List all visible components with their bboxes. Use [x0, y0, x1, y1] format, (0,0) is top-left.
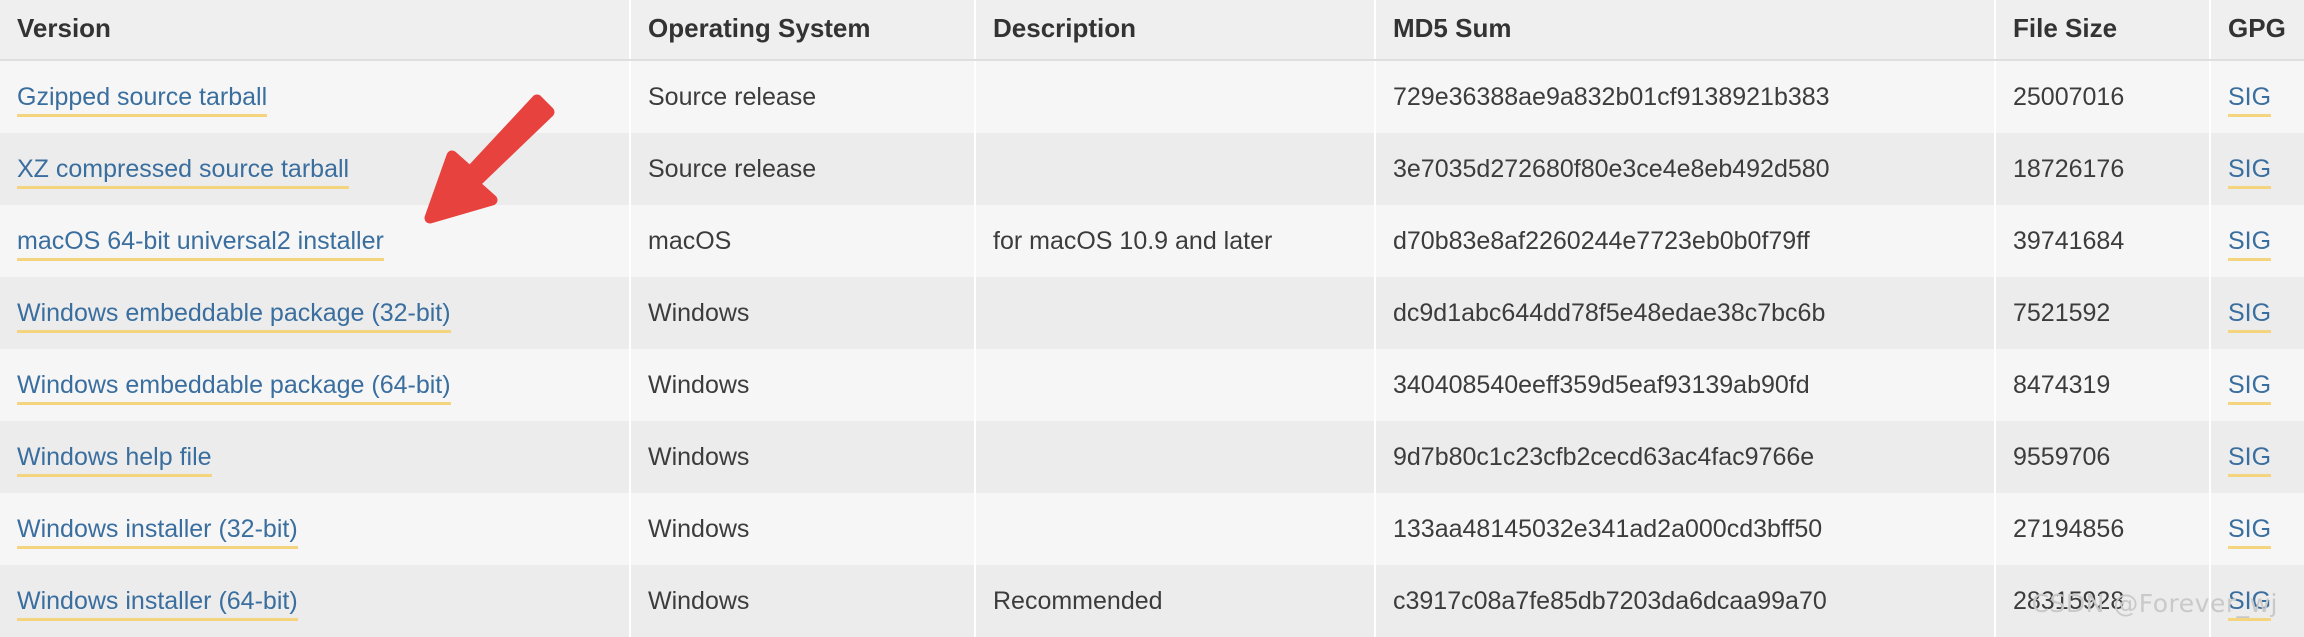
gpg-sig-link[interactable]: SIG — [2228, 298, 2272, 333]
gpg-sig-link[interactable]: SIG — [2228, 442, 2272, 477]
cell-file-size: 28315928 — [1994, 565, 2210, 637]
table-row: macOS 64-bit universal2 installer macOS … — [0, 205, 2304, 277]
cell-version: XZ compressed source tarball — [0, 133, 630, 205]
column-header-file-size: File Size — [1994, 0, 2210, 61]
cell-os: macOS — [629, 205, 975, 277]
cell-description: Recommended — [974, 565, 1375, 637]
cell-description — [974, 277, 1375, 349]
cell-version: Windows help file — [0, 421, 630, 493]
cell-version: Windows embeddable package (64-bit) — [0, 349, 630, 421]
cell-os: Windows — [629, 349, 975, 421]
cell-file-size: 27194856 — [1994, 493, 2210, 565]
gpg-sig-link[interactable]: SIG — [2228, 154, 2272, 189]
table-row: Windows embeddable package (32-bit) Wind… — [0, 277, 2304, 349]
gpg-sig-link[interactable]: SIG — [2228, 586, 2272, 621]
gpg-sig-link[interactable]: SIG — [2228, 370, 2272, 405]
cell-description — [974, 493, 1375, 565]
cell-md5: 3e7035d272680f80e3ce4e8eb492d580 — [1374, 133, 1995, 205]
cell-os: Windows — [629, 493, 975, 565]
cell-gpg: SIG — [2209, 205, 2304, 277]
cell-description — [974, 133, 1375, 205]
cell-md5: dc9d1abc644dd78f5e48edae38c7bc6b — [1374, 277, 1995, 349]
table-header: Version Operating System Description MD5… — [0, 0, 2304, 61]
downloads-table-container: Version Operating System Description MD5… — [0, 0, 2304, 637]
gpg-sig-link[interactable]: SIG — [2228, 226, 2272, 261]
cell-file-size: 8474319 — [1994, 349, 2210, 421]
table-row: Gzipped source tarball Source release 72… — [0, 60, 2304, 133]
table-row: Windows installer (64-bit) Windows Recom… — [0, 565, 2304, 637]
cell-gpg: SIG — [2209, 565, 2304, 637]
cell-file-size: 18726176 — [1994, 133, 2210, 205]
download-link-version[interactable]: Windows embeddable package (32-bit) — [17, 298, 451, 333]
cell-md5: 729e36388ae9a832b01cf9138921b383 — [1374, 60, 1995, 133]
cell-md5: c3917c08a7fe85db7203da6dcaa99a70 — [1374, 565, 1995, 637]
cell-file-size: 39741684 — [1994, 205, 2210, 277]
gpg-sig-link[interactable]: SIG — [2228, 82, 2272, 117]
column-header-description: Description — [974, 0, 1375, 61]
download-link-version[interactable]: Windows embeddable package (64-bit) — [17, 370, 451, 405]
column-header-gpg: GPG — [2209, 0, 2304, 61]
cell-description: for macOS 10.9 and later — [974, 205, 1375, 277]
cell-os: Source release — [629, 133, 975, 205]
table-row: Windows installer (32-bit) Windows 133aa… — [0, 493, 2304, 565]
column-header-version: Version — [0, 0, 630, 61]
cell-gpg: SIG — [2209, 133, 2304, 205]
cell-version: Gzipped source tarball — [0, 60, 630, 133]
cell-md5: 340408540eeff359d5eaf93139ab90fd — [1374, 349, 1995, 421]
cell-os: Source release — [629, 60, 975, 133]
download-link-version[interactable]: Windows help file — [17, 442, 212, 477]
cell-gpg: SIG — [2209, 493, 2304, 565]
cell-md5: 133aa48145032e341ad2a000cd3bff50 — [1374, 493, 1995, 565]
cell-gpg: SIG — [2209, 60, 2304, 133]
cell-md5: d70b83e8af2260244e7723eb0b0f79ff — [1374, 205, 1995, 277]
download-link-version[interactable]: Windows installer (32-bit) — [17, 514, 298, 549]
download-link-version[interactable]: Windows installer (64-bit) — [17, 586, 298, 621]
cell-description — [974, 60, 1375, 133]
table-body: Gzipped source tarball Source release 72… — [0, 60, 2304, 637]
cell-os: Windows — [629, 277, 975, 349]
table-row: XZ compressed source tarball Source rele… — [0, 133, 2304, 205]
cell-file-size: 7521592 — [1994, 277, 2210, 349]
column-header-os: Operating System — [629, 0, 975, 61]
cell-version: macOS 64-bit universal2 installer — [0, 205, 630, 277]
download-link-version[interactable]: macOS 64-bit universal2 installer — [17, 226, 384, 261]
cell-version: Windows installer (32-bit) — [0, 493, 630, 565]
cell-os: Windows — [629, 421, 975, 493]
cell-md5: 9d7b80c1c23cfb2cecd63ac4fac9766e — [1374, 421, 1995, 493]
column-header-md5: MD5 Sum — [1374, 0, 1995, 61]
gpg-sig-link[interactable]: SIG — [2228, 514, 2272, 549]
download-link-version[interactable]: XZ compressed source tarball — [17, 154, 350, 189]
cell-file-size: 9559706 — [1994, 421, 2210, 493]
table-row: Windows embeddable package (64-bit) Wind… — [0, 349, 2304, 421]
cell-gpg: SIG — [2209, 421, 2304, 493]
cell-description — [974, 421, 1375, 493]
cell-os: Windows — [629, 565, 975, 637]
python-downloads-table: Version Operating System Description MD5… — [0, 0, 2304, 637]
table-header-row: Version Operating System Description MD5… — [0, 0, 2304, 61]
cell-version: Windows embeddable package (32-bit) — [0, 277, 630, 349]
table-row: Windows help file Windows 9d7b80c1c23cfb… — [0, 421, 2304, 493]
cell-version: Windows installer (64-bit) — [0, 565, 630, 637]
cell-gpg: SIG — [2209, 277, 2304, 349]
download-link-version[interactable]: Gzipped source tarball — [17, 82, 268, 117]
cell-description — [974, 349, 1375, 421]
cell-file-size: 25007016 — [1994, 60, 2210, 133]
cell-gpg: SIG — [2209, 349, 2304, 421]
